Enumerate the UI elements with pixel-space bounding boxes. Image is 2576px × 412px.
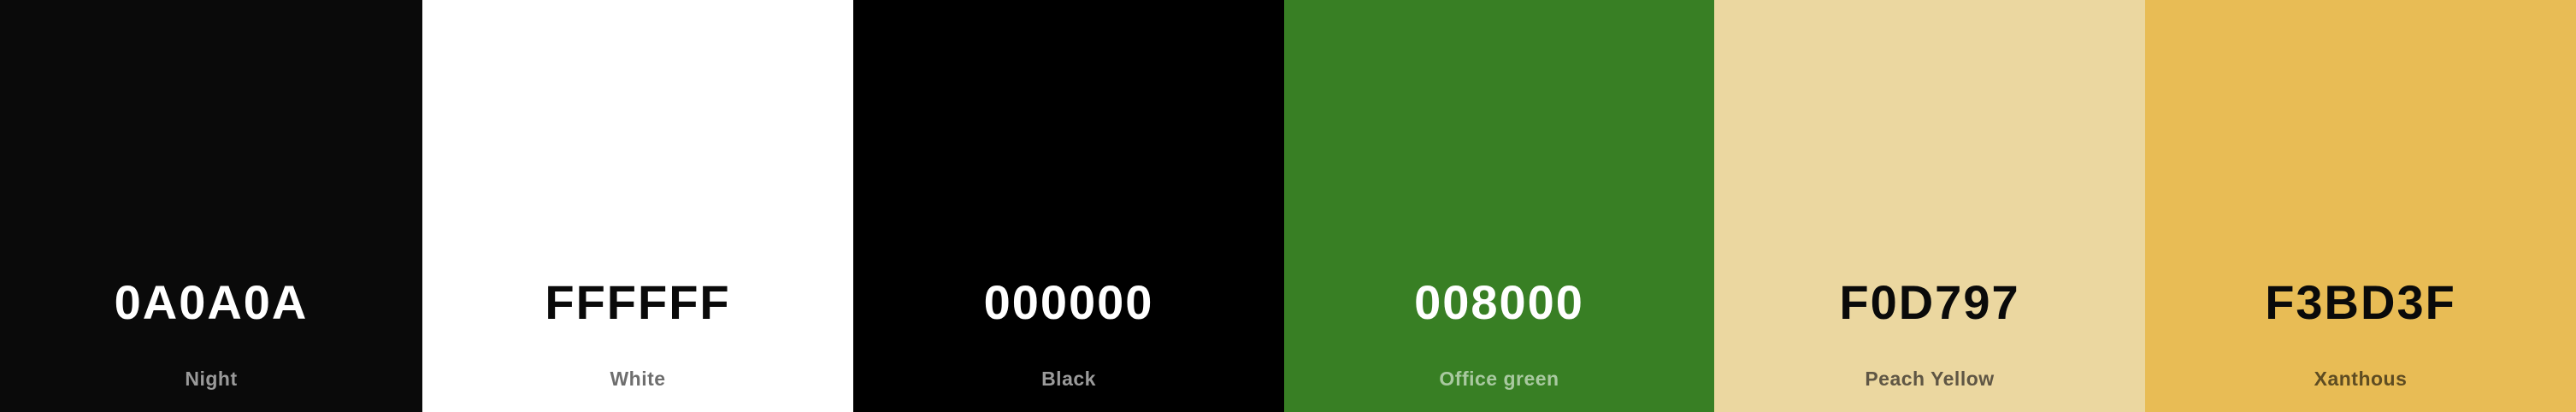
swatch-office-green[interactable]: 008000 Office green xyxy=(1284,0,1714,412)
swatch-peach-yellow[interactable]: F0D797 Peach Yellow xyxy=(1714,0,2145,412)
swatch-night[interactable]: 0A0A0A Night xyxy=(0,0,422,412)
hex-code[interactable]: 008000 xyxy=(1284,272,1714,333)
hex-code[interactable]: FFFFFF xyxy=(422,272,853,333)
hex-code[interactable]: 0A0A0A xyxy=(0,272,422,333)
swatch-xanthous[interactable]: F3BD3F Xanthous xyxy=(2145,0,2576,412)
swatch-white[interactable]: FFFFFF White xyxy=(422,0,853,412)
hex-code[interactable]: 000000 xyxy=(853,272,1284,333)
hex-code[interactable]: F3BD3F xyxy=(2145,272,2576,333)
color-name: Peach Yellow xyxy=(1865,368,1995,390)
swatch-black[interactable]: 000000 Black xyxy=(853,0,1284,412)
color-name: White xyxy=(610,368,666,390)
color-name: Black xyxy=(1041,368,1096,390)
color-name: Night xyxy=(185,368,238,390)
color-name: Office green xyxy=(1439,368,1559,390)
color-palette: 0A0A0A Night FFFFFF White 000000 Black 0… xyxy=(0,0,2576,412)
color-name: Xanthous xyxy=(2314,368,2408,390)
hex-code[interactable]: F0D797 xyxy=(1714,272,2145,333)
